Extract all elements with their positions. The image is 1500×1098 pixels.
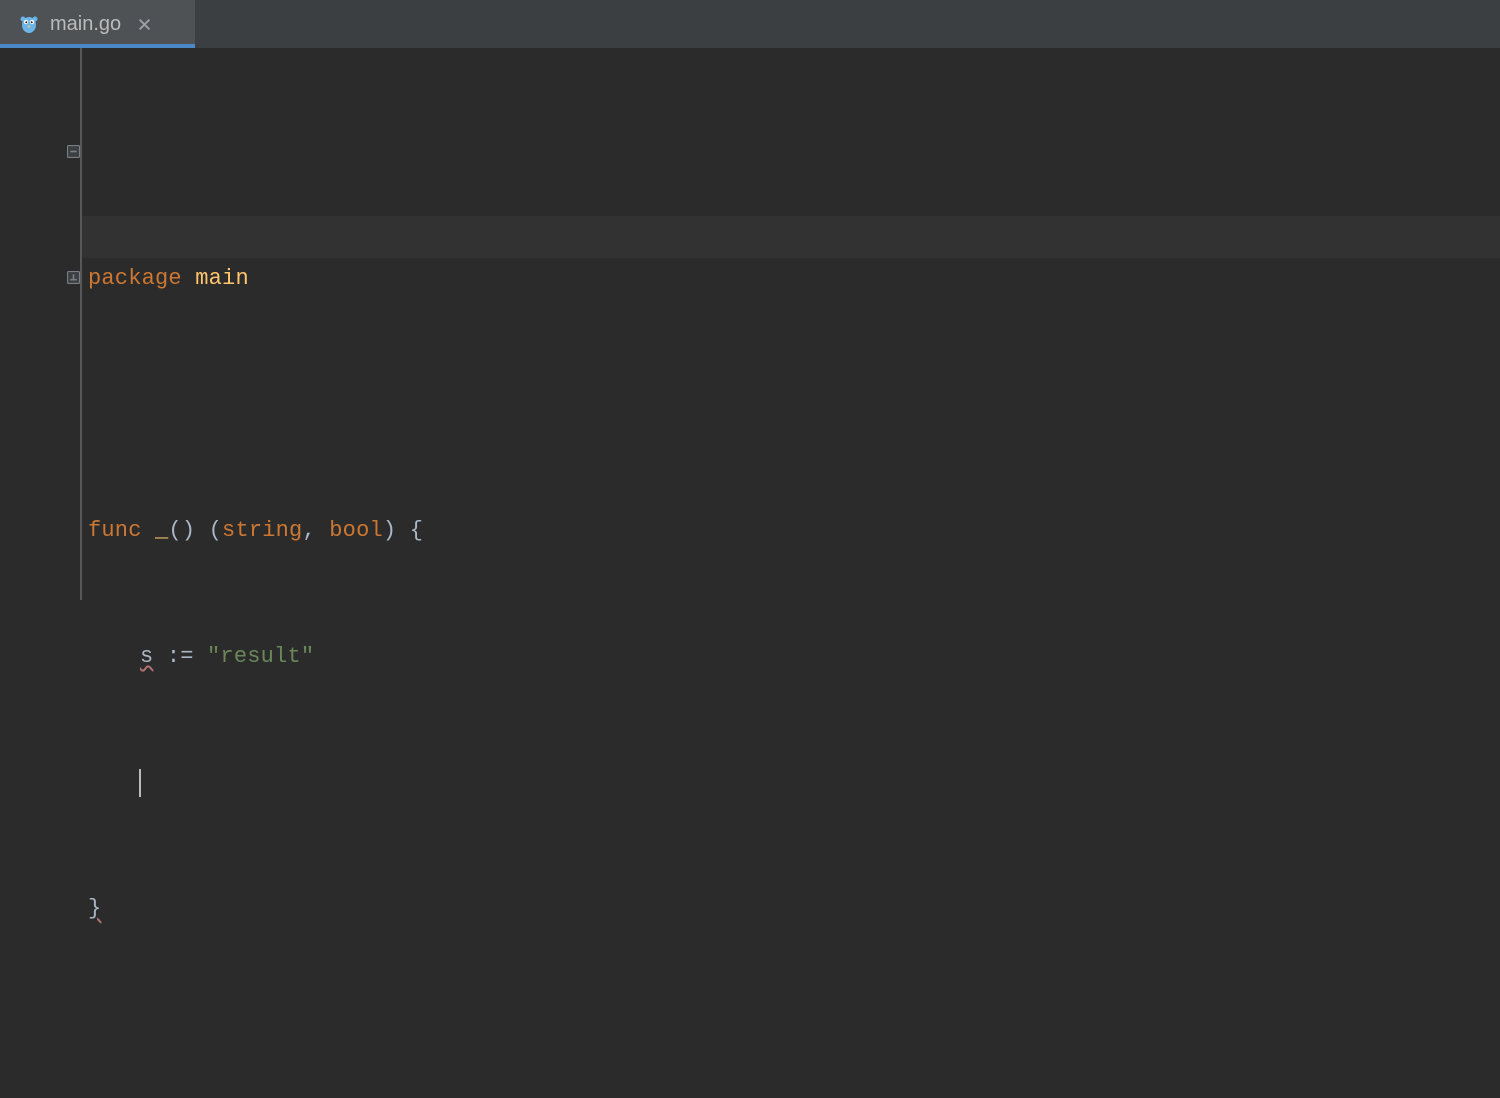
paren: () [168, 510, 195, 552]
fold-end-icon[interactable] [66, 270, 81, 285]
keyword-package: package [88, 258, 182, 300]
package-name: main [195, 258, 249, 300]
var-s: s [140, 636, 153, 678]
editor-area: package main func _() (string, bool) { s… [0, 48, 1500, 600]
code-line-caret [88, 762, 1500, 804]
go-gopher-icon [18, 13, 40, 35]
brace-close: } [88, 888, 101, 930]
tab-bar: main.go [0, 0, 1500, 48]
code-line: } [88, 888, 1500, 930]
tab-main-go[interactable]: main.go [0, 0, 195, 48]
fold-minus-icon[interactable] [66, 144, 81, 159]
code-line: func _() (string, bool) { [88, 510, 1500, 552]
code-content[interactable]: package main func _() (string, bool) { s… [82, 48, 1500, 600]
type-string: string [222, 510, 302, 552]
paren-open: ( [209, 510, 222, 552]
code-line: package main [88, 258, 1500, 300]
gutter [0, 48, 82, 600]
code-line-blank [88, 384, 1500, 426]
tab-label: main.go [50, 13, 121, 36]
short-assign: := [167, 636, 194, 678]
code-line: s := "result" [88, 636, 1500, 678]
close-icon[interactable] [135, 15, 153, 33]
type-bool: bool [329, 510, 383, 552]
comma: , [302, 510, 329, 552]
string-literal: "result" [207, 636, 314, 678]
brace-open: { [410, 510, 423, 552]
keyword-func: func [88, 510, 142, 552]
paren-close: ) [383, 510, 396, 552]
func-name: _ [155, 510, 168, 552]
text-caret [139, 769, 141, 797]
